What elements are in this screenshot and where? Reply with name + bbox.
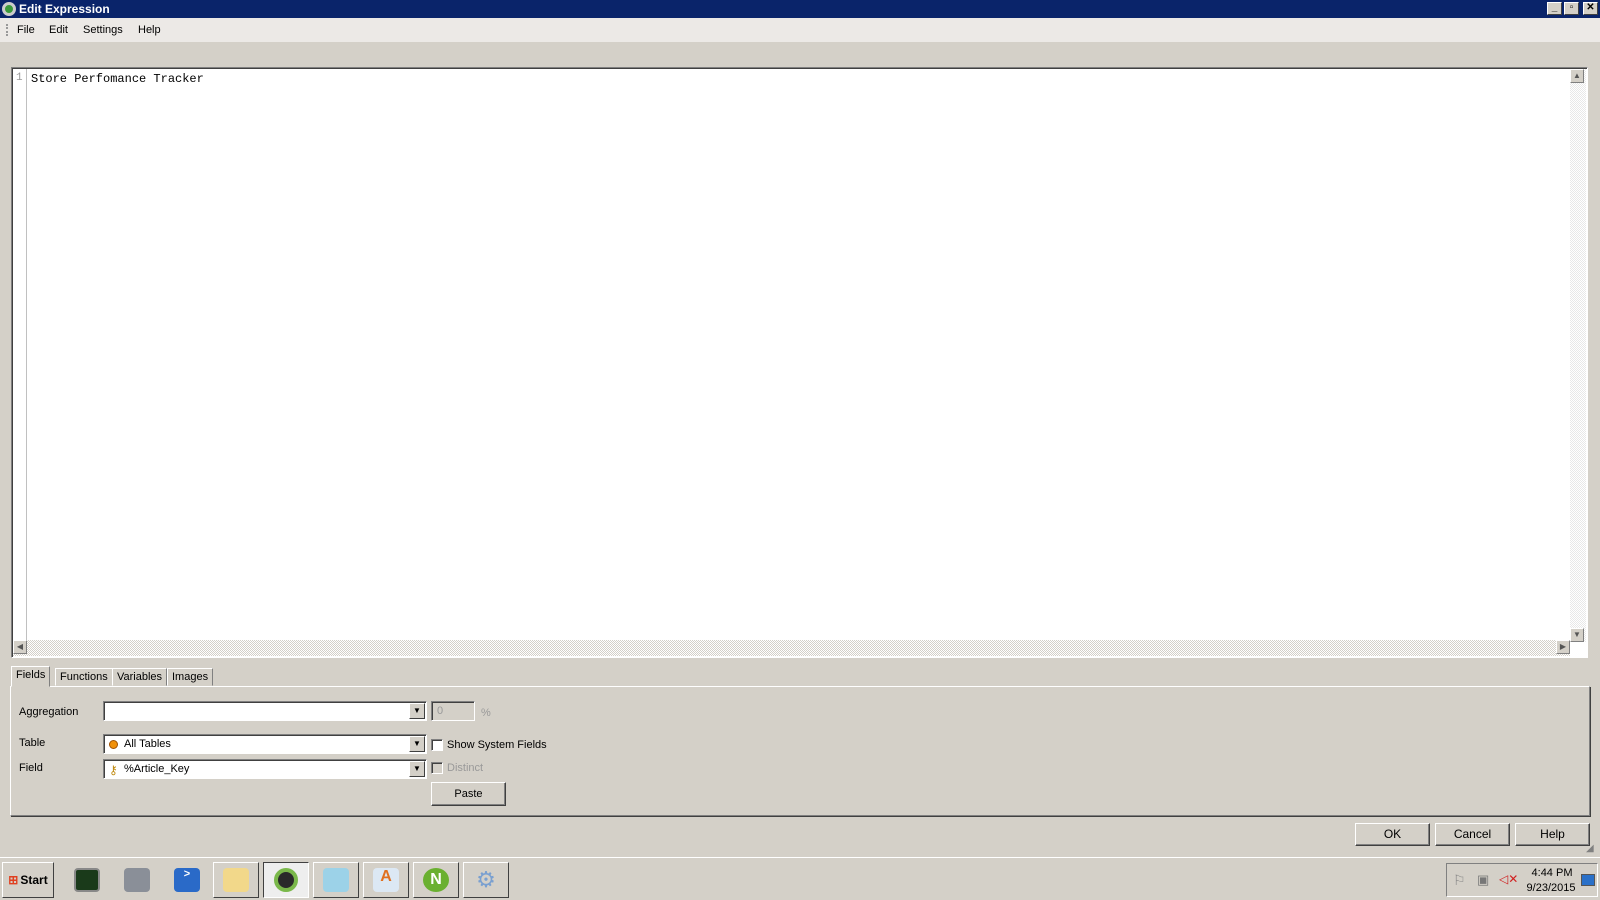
aggregation-label: Aggregation: [19, 706, 79, 718]
close-button[interactable]: ✕: [1583, 2, 1598, 15]
menu-edit[interactable]: Edit: [49, 18, 68, 42]
help-button[interactable]: Help: [1515, 823, 1590, 846]
restore-button[interactable]: ▫: [1564, 2, 1579, 15]
scroll-down-arrow-icon[interactable]: ▼: [1570, 628, 1584, 642]
cancel-button[interactable]: Cancel: [1435, 823, 1510, 846]
table-label: Table: [19, 737, 46, 749]
aggregation-select[interactable]: ▼: [103, 701, 427, 721]
notepad-icon[interactable]: [313, 862, 359, 898]
menu-bar: File Edit Settings Help: [0, 18, 1600, 42]
clock-date[interactable]: 9/23/2015: [1523, 882, 1579, 894]
resize-grip-icon[interactable]: ◢: [1586, 843, 1594, 854]
table-icon: [109, 740, 118, 749]
vertical-scrollbar[interactable]: ▲ ▼: [1570, 69, 1586, 642]
tab-functions[interactable]: Functions: [55, 668, 113, 686]
window-title: Edit Expression: [19, 2, 110, 16]
show-desktop-icon[interactable]: [1581, 874, 1595, 886]
line-number-gutter: 1: [13, 69, 27, 642]
volume-muted-icon[interactable]: ◁✕: [1499, 872, 1518, 886]
clock-time[interactable]: 4:44 PM: [1527, 867, 1577, 879]
scroll-up-arrow-icon[interactable]: ▲: [1570, 69, 1584, 83]
menu-file[interactable]: File: [17, 18, 35, 42]
performance-monitor-icon[interactable]: [64, 862, 110, 898]
network-icon[interactable]: ▣: [1477, 872, 1489, 888]
menu-settings[interactable]: Settings: [83, 18, 123, 42]
chevron-down-icon[interactable]: ▼: [409, 703, 425, 719]
wordpad-icon[interactable]: A: [363, 862, 409, 898]
server-manager-icon[interactable]: [114, 862, 160, 898]
start-button[interactable]: ⊞ Start: [2, 862, 54, 898]
system-tray: ⚐ ▣ ◁✕ 4:44 PM 9/23/2015: [1446, 863, 1598, 897]
title-bar: Edit Expression: [0, 0, 1600, 18]
settings-gears-icon[interactable]: ⚙: [463, 862, 509, 898]
percent-input: 0: [431, 701, 475, 721]
field-select[interactable]: ⚷ %Article_Key ▼: [103, 759, 427, 779]
show-system-fields-label[interactable]: Show System Fields: [447, 739, 547, 751]
expression-text[interactable]: Store Perfomance Tracker: [31, 72, 204, 86]
tab-fields[interactable]: Fields: [11, 666, 51, 687]
flag-icon[interactable]: ⚐: [1453, 872, 1466, 889]
menu-grip: [6, 24, 8, 36]
minimize-button[interactable]: _: [1547, 2, 1562, 15]
field-value: %Article_Key: [124, 763, 190, 775]
powershell-icon[interactable]: >: [164, 862, 210, 898]
start-label: Start: [20, 873, 48, 887]
tab-variables[interactable]: Variables: [112, 668, 168, 686]
show-system-fields-checkbox[interactable]: [431, 739, 443, 751]
chevron-down-icon[interactable]: ▼: [409, 736, 425, 752]
windows-logo-icon: ⊞: [8, 873, 19, 887]
distinct-checkbox: [431, 762, 443, 774]
percent-value: 0: [437, 705, 444, 717]
field-label: Field: [19, 762, 43, 774]
table-select[interactable]: All Tables ▼: [103, 734, 427, 754]
scroll-left-arrow-icon[interactable]: ◀: [13, 640, 27, 654]
paste-button[interactable]: Paste: [431, 782, 506, 806]
horizontal-scrollbar[interactable]: ◀ ▶: [13, 640, 1570, 656]
taskbar: ⊞ Start > A N ⚙ ⚐ ▣ ◁✕ 4:44 PM 9/23/2015: [0, 857, 1600, 900]
ok-button[interactable]: OK: [1355, 823, 1430, 846]
chevron-down-icon[interactable]: ▼: [409, 761, 425, 777]
tab-images[interactable]: Images: [167, 668, 214, 686]
n-app-icon[interactable]: N: [413, 862, 459, 898]
scroll-right-arrow-icon[interactable]: ▶: [1556, 640, 1570, 654]
table-value: All Tables: [124, 738, 171, 750]
menu-help[interactable]: Help: [138, 18, 161, 42]
percent-unit: %: [481, 707, 491, 719]
key-icon: ⚷: [109, 763, 118, 777]
explorer-icon[interactable]: [213, 862, 259, 898]
fields-panel: Aggregation ▼ 0 % Table All Tables ▼ Show…: [10, 686, 1590, 816]
line-number: 1: [16, 72, 23, 84]
qlikview-app-icon: [2, 2, 16, 16]
qlikview-taskbar-icon[interactable]: [263, 862, 309, 898]
distinct-label: Distinct: [447, 762, 484, 774]
expression-editor[interactable]: 1 Store Perfomance Tracker ▲ ▼ ◀ ▶: [11, 67, 1588, 658]
